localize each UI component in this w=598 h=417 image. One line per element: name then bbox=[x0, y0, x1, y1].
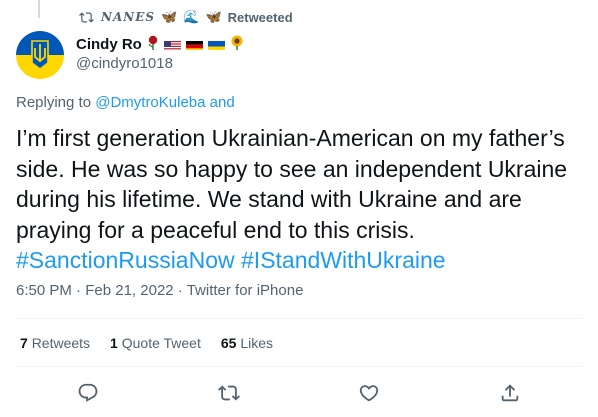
tweet-source[interactable]: Twitter for iPhone bbox=[187, 282, 304, 299]
tweet-meta: 6:50 PM · Feb 21, 2022 · Twitter for iPh… bbox=[16, 282, 303, 299]
likes-stat[interactable]: 65 Likes bbox=[221, 335, 273, 351]
germany-flag-icon bbox=[185, 39, 203, 50]
avatar[interactable] bbox=[16, 31, 64, 79]
mention-link[interactable]: @DmytroKuleba bbox=[95, 94, 205, 111]
sunflower-emoji-icon bbox=[230, 35, 244, 54]
divider bbox=[16, 318, 582, 319]
author-handle[interactable]: @cindyro1018 bbox=[76, 55, 244, 72]
author-display-name[interactable]: Cindy Ro bbox=[76, 36, 142, 53]
quote-tweets-stat[interactable]: 1 Quote Tweet bbox=[110, 335, 201, 351]
action-bar bbox=[0, 382, 598, 406]
butterfly-emoji-icon: 🦋 bbox=[161, 9, 178, 24]
divider bbox=[16, 366, 582, 367]
separator: · bbox=[177, 282, 183, 299]
retweeter-name[interactable]: NANES bbox=[101, 10, 155, 24]
and-others-link[interactable]: and bbox=[210, 94, 235, 111]
stats-row: 7 Retweets 1 Quote Tweet 65 Likes bbox=[20, 335, 273, 351]
retweet-header: NANES 🦋 🌊 🦋 Retweeted bbox=[78, 8, 293, 26]
thread-line bbox=[38, 0, 40, 18]
reply-icon[interactable] bbox=[77, 382, 99, 404]
us-flag-icon bbox=[163, 39, 181, 50]
replying-prefix: Replying to bbox=[16, 94, 92, 111]
hashtag-link[interactable]: #IStandWithUkraine bbox=[241, 247, 446, 273]
retweets-stat[interactable]: 7 Retweets bbox=[20, 335, 90, 351]
separator: · bbox=[76, 282, 82, 299]
tweet-time[interactable]: 6:50 PM bbox=[16, 282, 72, 299]
replying-to: Replying to @DmytroKuleba and bbox=[16, 94, 235, 111]
retweet-icon bbox=[78, 10, 95, 25]
tweet-date[interactable]: Feb 21, 2022 bbox=[85, 282, 173, 299]
butterfly-emoji-icon: 🦋 bbox=[205, 9, 222, 24]
wave-emoji-icon: 🌊 bbox=[183, 9, 200, 24]
tweet-text: I’m first generation Ukrainian-American … bbox=[16, 123, 588, 276]
author-block: Cindy Ro @cindyro1018 bbox=[76, 34, 244, 72]
ukraine-flag-icon bbox=[207, 39, 225, 50]
like-icon[interactable] bbox=[358, 382, 380, 404]
rose-emoji-icon bbox=[147, 35, 159, 53]
retweet-action-icon[interactable] bbox=[218, 382, 240, 404]
share-icon[interactable] bbox=[499, 382, 521, 404]
hashtag-link[interactable]: #SanctionRussiaNow bbox=[16, 247, 235, 273]
retweeted-label: Retweeted bbox=[227, 9, 293, 25]
tweet-body: I’m first generation Ukrainian-American … bbox=[16, 125, 568, 243]
